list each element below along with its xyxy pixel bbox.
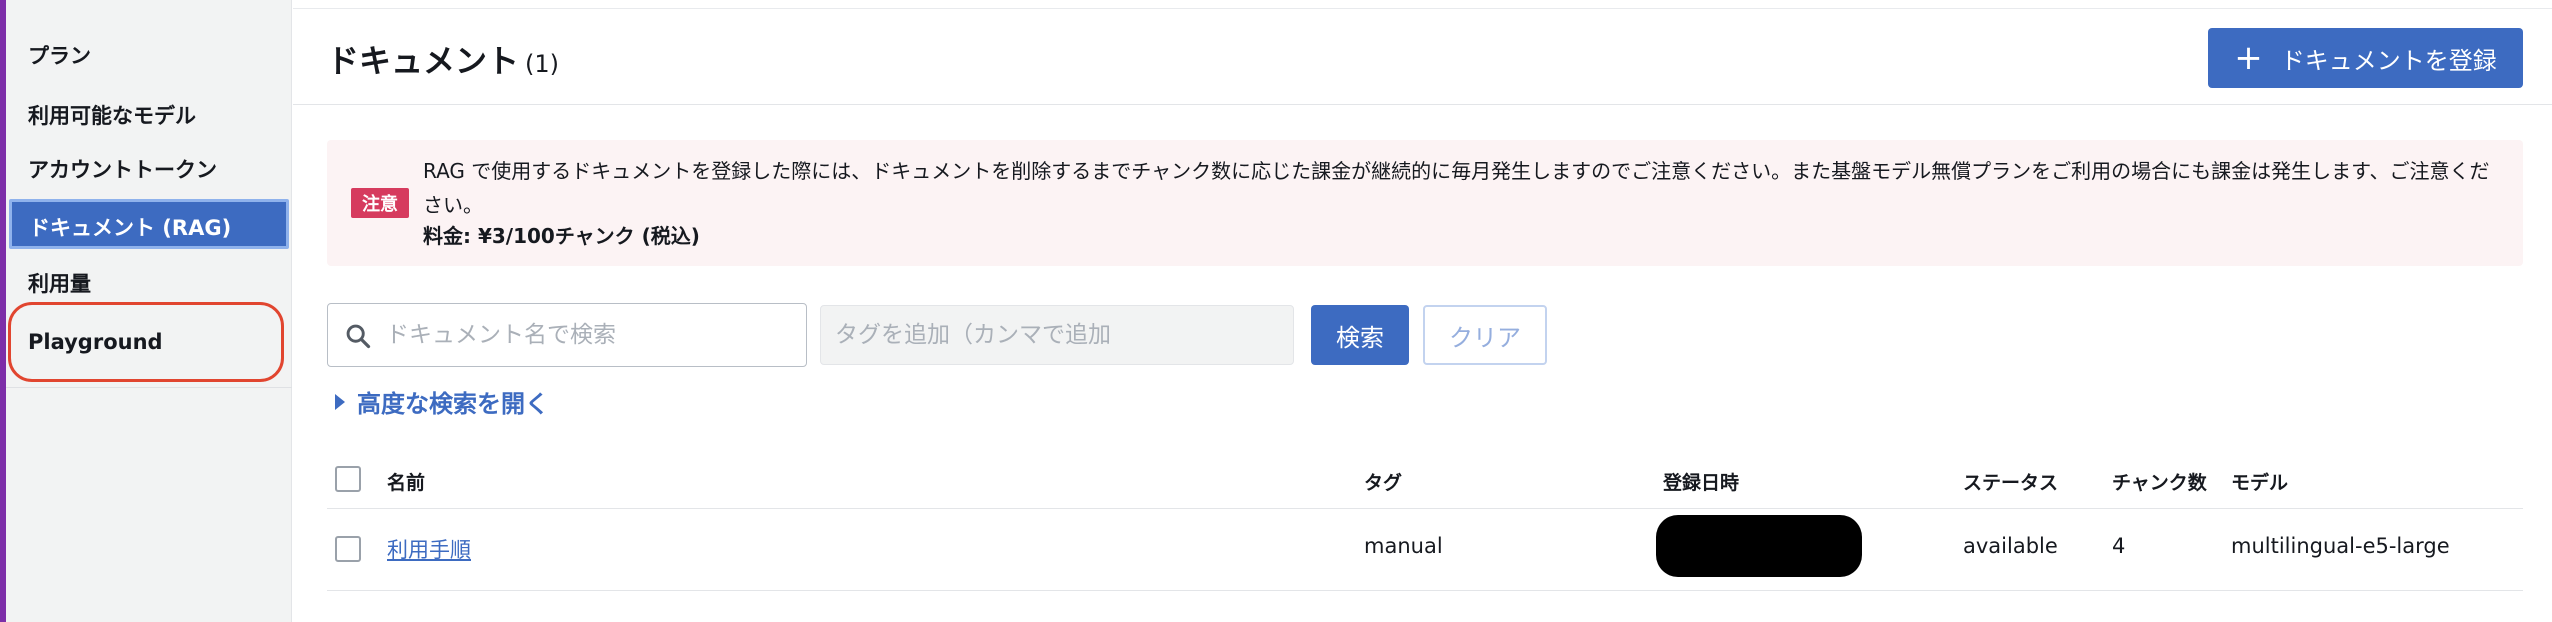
sidebar-item-label: プラン <box>28 44 91 68</box>
redacted-registered-at <box>1656 515 1862 577</box>
advanced-search-label: 高度な検索を開く <box>357 390 549 418</box>
caret-right-icon <box>335 393 345 410</box>
sidebar: プラン 利用可能なモデル アカウントトークン ドキュメント (RAG) 利用量 … <box>6 0 292 622</box>
sidebar-item-usage[interactable]: 利用量 <box>28 268 91 298</box>
notice-text: RAG で使用するドキュメントを登録した際には、ドキュメントを削除するまでチャン… <box>423 159 2490 217</box>
column-header-registered-at[interactable]: 登録日時 <box>1663 468 1739 495</box>
search-button[interactable]: 検索 <box>1311 305 1409 365</box>
sidebar-item-documents-rag[interactable]: ドキュメント (RAG) <box>9 199 289 249</box>
header-row-divider <box>327 508 2523 509</box>
notice-badge: 注意 <box>351 188 409 218</box>
sidebar-item-plan[interactable]: プラン <box>28 40 91 70</box>
document-name-link[interactable]: 利用手順 <box>387 534 471 564</box>
tag-input[interactable] <box>820 305 1294 365</box>
document-chunk-count: 4 <box>2112 534 2126 558</box>
sidebar-divider <box>6 387 292 388</box>
document-count: (1) <box>525 50 560 78</box>
sidebar-item-account-token[interactable]: アカウントトークン <box>28 154 217 184</box>
advanced-search-toggle[interactable]: 高度な検索を開く <box>335 384 549 419</box>
app-root: プラン 利用可能なモデル アカウントトークン ドキュメント (RAG) 利用量 … <box>0 0 2552 622</box>
register-document-label: ドキュメントを登録 <box>2280 46 2497 75</box>
register-document-button[interactable]: + ドキュメントを登録 <box>2208 28 2523 88</box>
sidebar-item-label: アカウントトークン <box>28 158 217 182</box>
row-checkbox[interactable] <box>335 536 361 562</box>
row-divider <box>327 590 2523 591</box>
search-icon <box>346 324 371 349</box>
sidebar-item-label: ドキュメント (RAG) <box>29 216 232 240</box>
column-header-status[interactable]: ステータス <box>1963 468 2058 495</box>
sidebar-item-label: 利用可能なモデル <box>28 104 196 128</box>
clear-button[interactable]: クリア <box>1423 305 1547 365</box>
page-title: ドキュメント (1) <box>327 36 559 82</box>
playground-highlight-ring <box>8 302 284 382</box>
select-all-checkbox[interactable] <box>335 466 361 492</box>
column-header-tag[interactable]: タグ <box>1364 468 1402 495</box>
document-tag: manual <box>1364 534 1443 558</box>
document-search-box[interactable] <box>327 303 807 367</box>
billing-notice: 注意 RAG で使用するドキュメントを登録した際には、ドキュメントを削除するまで… <box>327 140 2523 266</box>
sidebar-item-label: 利用量 <box>28 272 91 296</box>
notice-price: 料金: ¥3/100チャンク (税込) <box>423 224 700 248</box>
sidebar-item-available-models[interactable]: 利用可能なモデル <box>28 100 196 130</box>
main-content: ドキュメント (1) + ドキュメントを登録 注意 RAG で使用するドキュメント… <box>293 0 2552 622</box>
document-search-input[interactable] <box>386 304 796 365</box>
document-model: multilingual-e5-large <box>2231 534 2450 558</box>
column-header-name[interactable]: 名前 <box>387 468 425 495</box>
column-header-model[interactable]: モデル <box>2231 468 2288 495</box>
document-status: available <box>1963 534 2058 558</box>
plus-icon: + <box>2234 38 2263 78</box>
page-title-text: ドキュメント <box>327 42 520 80</box>
top-divider <box>293 8 2552 9</box>
header-divider <box>293 104 2552 105</box>
column-header-chunk-count[interactable]: チャンク数 <box>2112 468 2207 495</box>
